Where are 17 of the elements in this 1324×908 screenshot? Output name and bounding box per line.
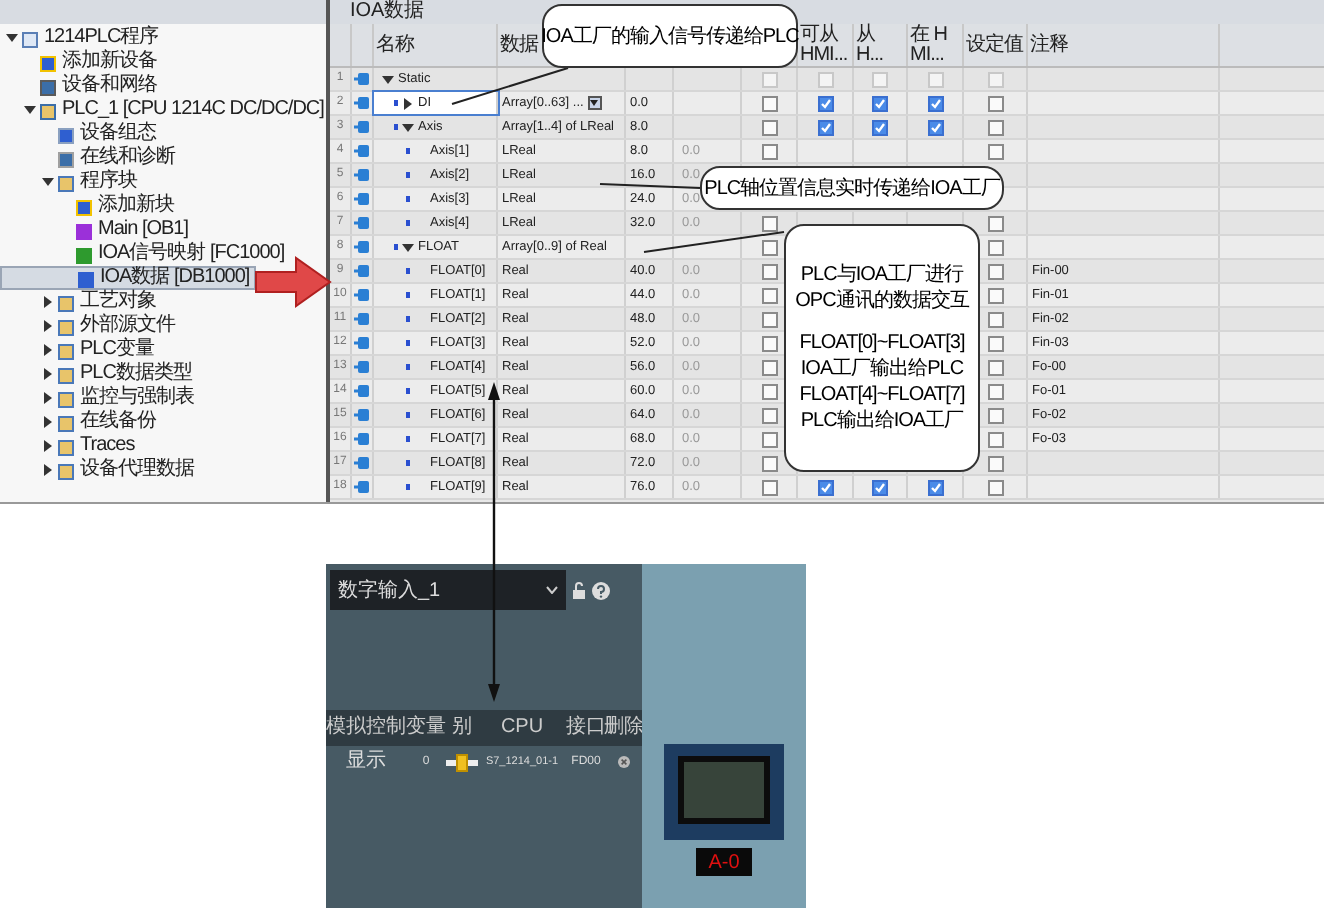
callout-text: FLOAT[0]~FLOAT[3] [799,330,965,356]
block-title: IOA数据 [350,2,425,22]
column-header: 删除 [604,718,644,738]
callout-text: IOA工厂输出给PLC [800,356,964,382]
callout-text: PLC与IOA工厂进行 [800,262,964,288]
tree-item-label: IOA数据 [DB1000] [100,268,250,288]
device-label: A-0 [696,848,752,876]
column-header: 别 [452,718,472,738]
callout-text: PLC轴位置信息实时传递给IOA工厂 [704,175,1000,201]
column-header: 接口 [566,718,606,738]
callout-text: OPC通讯的数据交互 [795,288,969,314]
column-header: 变量 [406,718,446,738]
column-header: 模拟控制 [326,718,406,738]
callout-text: FLOAT[4]~FLOAT[7] [799,382,965,408]
signal-name: 显示 [346,752,386,772]
callout-text: PLC输出给IOA工厂 [800,408,964,434]
column-header: CPU [500,718,544,738]
